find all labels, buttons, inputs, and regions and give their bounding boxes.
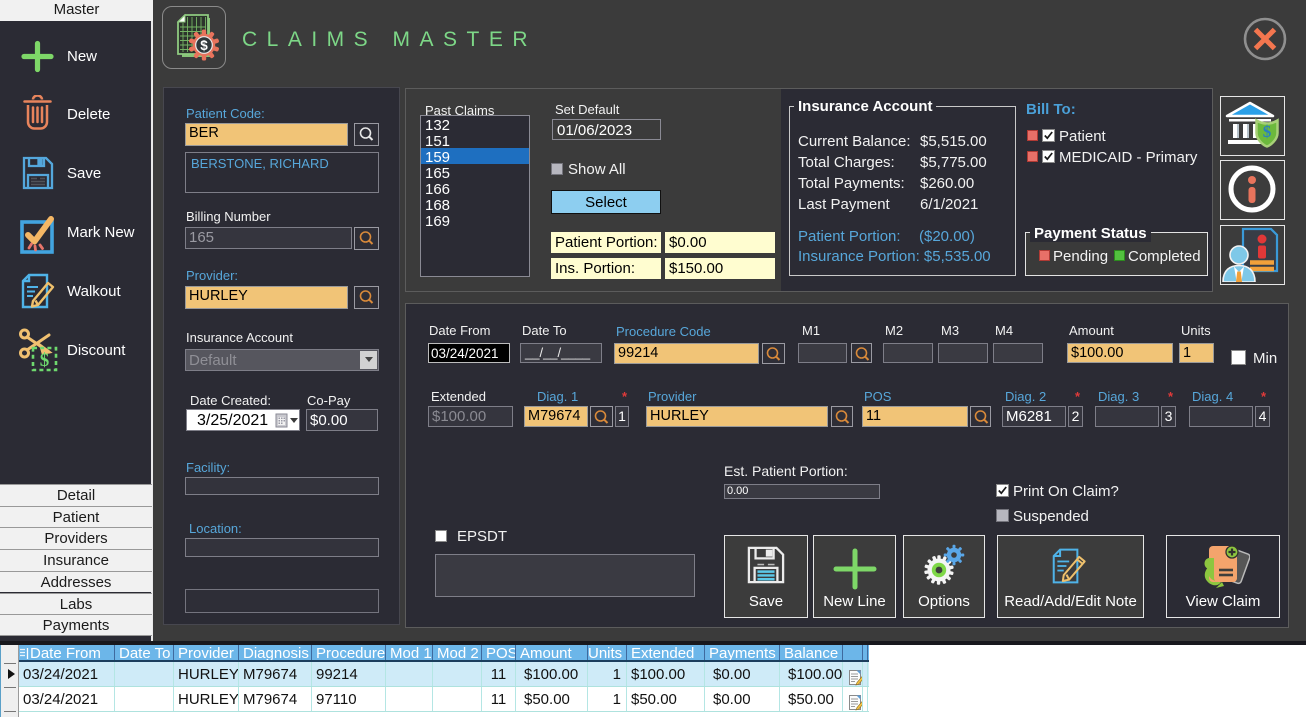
svg-text:$: $ xyxy=(1263,122,1272,141)
svg-text:$: $ xyxy=(200,38,208,53)
svg-text:$: $ xyxy=(40,350,50,371)
